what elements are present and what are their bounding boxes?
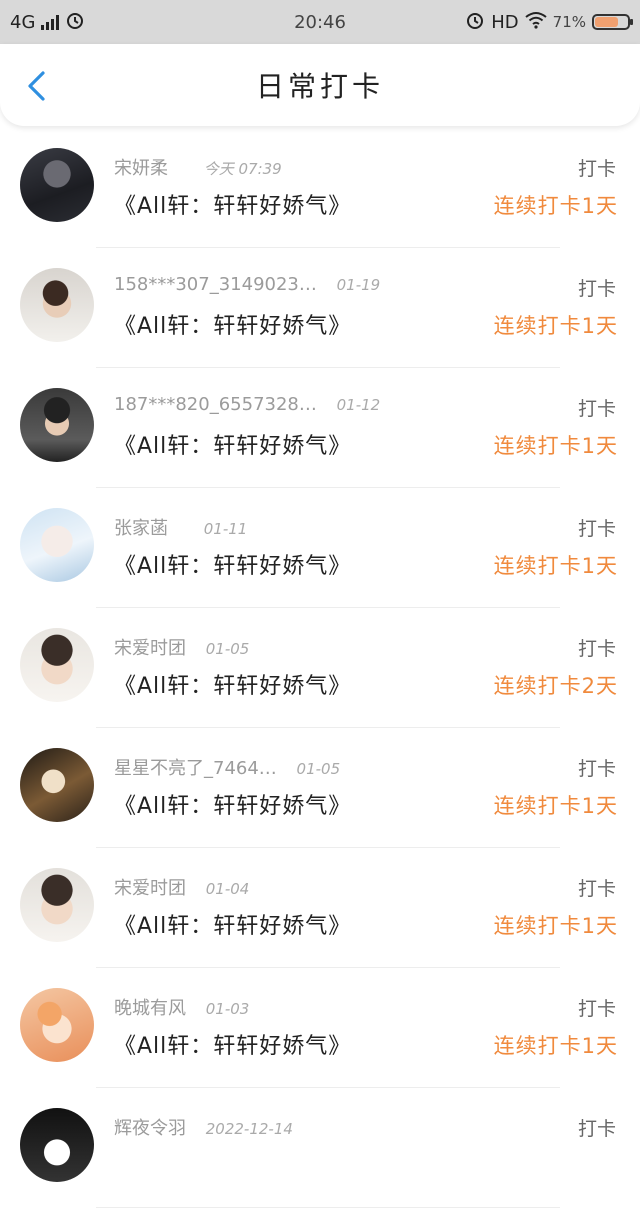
- streak-label: 连续打卡1天: [493, 1034, 618, 1058]
- list-item[interactable]: 187***820_6557328… 01-12 《All轩：轩轩好娇气》 打卡…: [0, 368, 640, 488]
- status-left: 4G: [10, 10, 85, 35]
- status-right: HD 71%: [465, 10, 633, 35]
- book-title: 《All轩：轩轩好娇气》: [114, 674, 352, 699]
- user-name[interactable]: 宋爱时团: [114, 634, 186, 660]
- battery-fill: [595, 17, 618, 27]
- checkin-date: 01-05: [296, 760, 341, 778]
- checkin-date: 2022-12-14: [205, 1120, 293, 1138]
- avatar[interactable]: [20, 868, 94, 942]
- streak-label: 连续打卡1天: [493, 794, 618, 818]
- user-name[interactable]: 星星不亮了_7464…: [114, 754, 277, 780]
- list-item[interactable]: 宋妍柔 今天 07:39 《All轩：轩轩好娇气》 打卡 连续打卡1天: [0, 128, 640, 248]
- checkin-label: 打卡: [577, 758, 616, 780]
- book-title: 《All轩：轩轩好娇气》: [114, 914, 352, 939]
- list-item[interactable]: 张家菡 01-11 《All轩：轩轩好娇气》 打卡 连续打卡1天: [0, 488, 640, 608]
- checkin-date: 01-12: [336, 396, 381, 414]
- list-item[interactable]: 宋爱时团 01-04 《All轩：轩轩好娇气》 打卡 连续打卡1天: [0, 848, 640, 968]
- list-item[interactable]: 宋爱时团 01-05 《All轩：轩轩好娇气》 打卡 连续打卡2天: [0, 608, 640, 728]
- streak-label: 连续打卡1天: [493, 554, 618, 578]
- checkin-label: 打卡: [577, 878, 616, 900]
- list-item[interactable]: 辉夜令羽 2022-12-14 打卡: [0, 1088, 640, 1208]
- item-meta: 张家菡 01-11: [114, 514, 247, 540]
- checkin-date: 01-19: [336, 276, 381, 294]
- back-button[interactable]: [16, 66, 56, 106]
- avatar[interactable]: [20, 268, 94, 342]
- signal-icon: [41, 14, 60, 30]
- item-meta: 晚城有风 01-03: [114, 994, 249, 1020]
- streak-label: 连续打卡2天: [493, 674, 618, 698]
- book-title: 《All轩：轩轩好娇气》: [114, 794, 352, 819]
- checkin-date: 01-05: [205, 640, 250, 658]
- streak-label: 连续打卡1天: [493, 434, 618, 458]
- item-meta: 宋爱时团 01-05: [114, 634, 249, 660]
- list-item[interactable]: 晚城有风 01-03 《All轩：轩轩好娇气》 打卡 连续打卡1天: [0, 968, 640, 1088]
- user-name[interactable]: 宋爱时团: [114, 874, 186, 900]
- item-meta: 辉夜令羽 2022-12-14: [114, 1114, 293, 1140]
- item-meta: 187***820_6557328… 01-12: [114, 394, 380, 415]
- checkin-label: 打卡: [577, 518, 616, 540]
- item-meta: 158***307_3149023… 01-19: [114, 274, 380, 295]
- battery-percent: 71%: [552, 13, 586, 31]
- user-name[interactable]: 158***307_3149023…: [114, 274, 317, 295]
- streak-label: 连续打卡1天: [493, 314, 618, 338]
- list-item[interactable]: 158***307_3149023… 01-19 《All轩：轩轩好娇气》 打卡…: [0, 248, 640, 368]
- item-meta: 星星不亮了_7464… 01-05: [114, 754, 340, 780]
- avatar[interactable]: [20, 508, 94, 582]
- user-name[interactable]: 晚城有风: [114, 994, 186, 1020]
- alarm-icon: [65, 10, 85, 35]
- book-title: 《All轩：轩轩好娇气》: [114, 1034, 352, 1059]
- checkin-date: 01-04: [205, 880, 250, 898]
- checkin-date: 今天 07:39: [203, 160, 282, 178]
- checkin-label: 打卡: [577, 998, 616, 1020]
- checkin-list: 宋妍柔 今天 07:39 《All轩：轩轩好娇气》 打卡 连续打卡1天 158*…: [0, 128, 640, 1208]
- avatar[interactable]: [20, 1108, 94, 1182]
- battery-icon: [592, 14, 633, 30]
- streak-label: 连续打卡1天: [493, 914, 618, 938]
- checkin-label: 打卡: [577, 398, 616, 420]
- alarm-icon: [465, 10, 485, 35]
- item-meta: 宋妍柔 今天 07:39: [114, 154, 282, 180]
- book-title: 《All轩：轩轩好娇气》: [114, 434, 352, 459]
- book-title: 《All轩：轩轩好娇气》: [114, 314, 352, 339]
- checkin-date: 01-11: [203, 520, 248, 538]
- avatar[interactable]: [20, 388, 94, 462]
- status-bar: 4G 20:46 HD 71%: [0, 0, 640, 44]
- streak-label: 连续打卡1天: [493, 194, 618, 218]
- list-item[interactable]: 星星不亮了_7464… 01-05 《All轩：轩轩好娇气》 打卡 连续打卡1天: [0, 728, 640, 848]
- checkin-label: 打卡: [577, 158, 616, 180]
- book-title: 《All轩：轩轩好娇气》: [114, 554, 352, 579]
- page-title: 日常打卡: [255, 70, 384, 103]
- wifi-icon: [525, 11, 547, 34]
- network-type: 4G: [10, 11, 36, 33]
- avatar[interactable]: [20, 628, 94, 702]
- checkin-label: 打卡: [577, 1118, 616, 1140]
- book-title: 《All轩：轩轩好娇气》: [114, 194, 352, 219]
- checkin-date: 01-03: [205, 1000, 250, 1018]
- user-name[interactable]: 张家菡: [114, 514, 184, 540]
- chevron-left-icon: [28, 71, 45, 101]
- nav-bar: 日常打卡: [0, 44, 640, 126]
- hd-indicator: HD: [491, 11, 519, 33]
- checkin-label: 打卡: [577, 278, 616, 300]
- avatar[interactable]: [20, 748, 94, 822]
- checkin-label: 打卡: [577, 638, 616, 660]
- user-name[interactable]: 宋妍柔: [114, 154, 184, 180]
- item-meta: 宋爱时团 01-04: [114, 874, 249, 900]
- avatar[interactable]: [20, 148, 94, 222]
- avatar[interactable]: [20, 988, 94, 1062]
- user-name[interactable]: 辉夜令羽: [114, 1114, 186, 1140]
- user-name[interactable]: 187***820_6557328…: [114, 394, 317, 415]
